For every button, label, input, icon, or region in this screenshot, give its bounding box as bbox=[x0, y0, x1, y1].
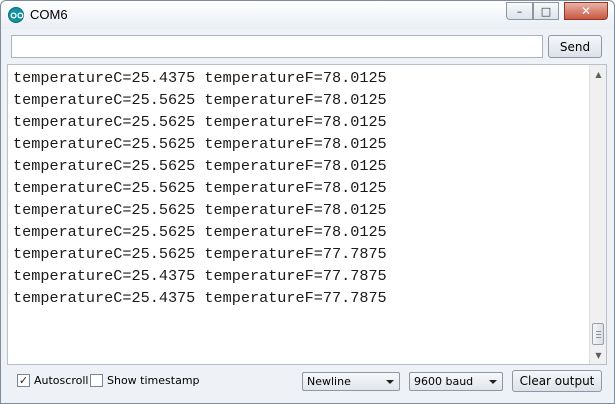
output-line: temperatureC=25.5625 temperatureF=77.787… bbox=[13, 245, 387, 263]
serial-output-text: temperatureC=25.4375 temperatureF=78.012… bbox=[13, 67, 588, 309]
output-line: temperatureC=25.5625 temperatureF=78.012… bbox=[13, 91, 387, 109]
autoscroll-checkbox[interactable]: ✓ bbox=[17, 374, 30, 387]
vertical-scrollbar[interactable]: ▲ ▼ bbox=[589, 65, 606, 364]
autoscroll-label: Autoscroll bbox=[34, 374, 89, 387]
output-line: temperatureC=25.4375 temperatureF=77.787… bbox=[13, 267, 387, 285]
close-button[interactable]: ✕ bbox=[564, 2, 608, 20]
baud-rate-value: 9600 baud bbox=[414, 375, 474, 388]
serial-output-area[interactable]: temperatureC=25.4375 temperatureF=78.012… bbox=[7, 64, 607, 365]
chevron-down-icon bbox=[489, 380, 497, 384]
maximize-icon: □ bbox=[540, 4, 552, 18]
line-ending-value: Newline bbox=[307, 375, 351, 388]
serial-monitor-window: COM6 – □ ✕ Send temperatureC=25.4375 tem… bbox=[0, 0, 615, 404]
send-button[interactable]: Send bbox=[548, 35, 602, 58]
show-timestamp-label: Show timestamp bbox=[107, 374, 200, 387]
scroll-up-icon[interactable]: ▲ bbox=[591, 66, 606, 82]
clear-output-button[interactable]: Clear output bbox=[512, 370, 602, 392]
minimize-icon: – bbox=[516, 4, 523, 18]
window-title: COM6 bbox=[30, 7, 68, 22]
output-line: temperatureC=25.5625 temperatureF=78.012… bbox=[13, 201, 387, 219]
baud-rate-select[interactable]: 9600 baud bbox=[409, 372, 503, 391]
minimize-button[interactable]: – bbox=[506, 2, 533, 20]
scroll-down-icon[interactable]: ▼ bbox=[591, 347, 606, 363]
output-line: temperatureC=25.4375 temperatureF=77.787… bbox=[13, 289, 387, 307]
title-bar[interactable]: COM6 – □ ✕ bbox=[1, 1, 614, 29]
output-line: temperatureC=25.5625 temperatureF=78.012… bbox=[13, 113, 387, 131]
output-line: temperatureC=25.5625 temperatureF=78.012… bbox=[13, 179, 387, 197]
maximize-button[interactable]: □ bbox=[533, 2, 559, 20]
scrollbar-thumb[interactable] bbox=[592, 323, 604, 345]
arduino-icon bbox=[8, 7, 24, 23]
line-ending-select[interactable]: Newline bbox=[302, 372, 400, 391]
show-timestamp-checkbox[interactable] bbox=[90, 374, 103, 387]
output-line: temperatureC=25.5625 temperatureF=78.012… bbox=[13, 157, 387, 175]
serial-send-input[interactable] bbox=[11, 35, 543, 58]
output-line: temperatureC=25.5625 temperatureF=78.012… bbox=[13, 223, 387, 241]
chevron-down-icon bbox=[386, 380, 394, 384]
close-icon: ✕ bbox=[580, 4, 592, 18]
check-icon: ✓ bbox=[18, 374, 29, 387]
output-line: temperatureC=25.5625 temperatureF=78.012… bbox=[13, 135, 387, 153]
output-line: temperatureC=25.4375 temperatureF=78.012… bbox=[13, 69, 387, 87]
